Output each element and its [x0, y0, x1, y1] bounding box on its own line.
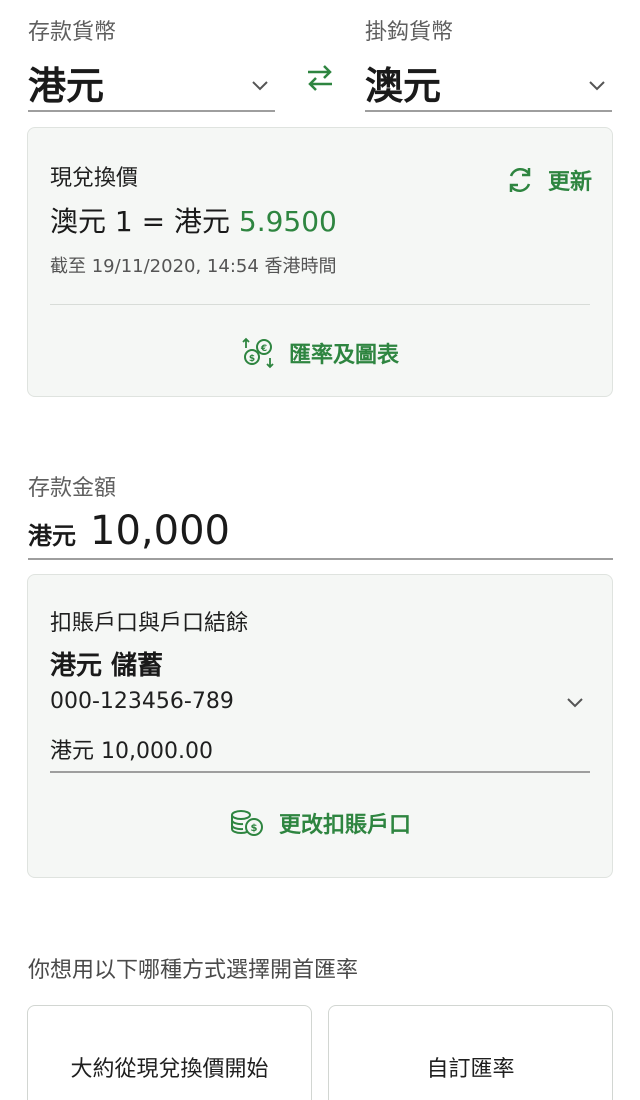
exchange-rate: 澳元 1 = 港元 5.9500 [50, 200, 337, 240]
amount-value: 10,000 [90, 508, 230, 554]
chevron-down-icon [589, 81, 605, 91]
svg-text:€: € [260, 344, 267, 354]
svg-text:$: $ [251, 823, 258, 834]
amount-currency: 港元 [28, 522, 76, 550]
option-from-current-rate[interactable]: 大約從現兌換價開始 [27, 1005, 312, 1100]
account-name: 港元 儲蓄 [50, 651, 164, 681]
account-number: 000-123456-789 [50, 689, 234, 714]
debit-account-select[interactable]: 港元 儲蓄 000-123456-789 港元 10,000.00 [50, 641, 590, 773]
linked-currency-value: 澳元 [365, 63, 442, 108]
swap-currency-button[interactable] [300, 58, 340, 98]
rate-chart-label: 匯率及圖表 [288, 343, 399, 368]
deposit-amount-label: 存款金額 [28, 476, 117, 501]
swap-arrows-icon [308, 65, 332, 91]
chevron-down-icon [252, 81, 268, 91]
debit-account-card: 扣賬戶口與戶口結餘 港元 儲蓄 000-123456-789 港元 10,000… [27, 574, 613, 878]
change-account-link[interactable]: $ 更改扣賬戶口 [28, 807, 612, 839]
refresh-button[interactable]: 更新 [504, 164, 592, 196]
rate-value: 5.9500 [238, 205, 337, 238]
option-custom-rate[interactable]: 自訂匯率 [328, 1005, 613, 1100]
deposit-currency-value: 港元 [28, 63, 105, 108]
rate-prefix: 澳元 1 = 港元 [50, 205, 230, 238]
refresh-icon [509, 167, 531, 193]
linked-currency-select[interactable]: 澳元 [365, 54, 612, 112]
chevron-down-icon [567, 698, 583, 708]
linked-currency-label: 掛鈎貨幣 [365, 20, 454, 45]
exchange-rate-card: 現兌換價 更新 澳元 1 = 港元 5.9500 截至 19/11/2020, … [27, 127, 613, 397]
rate-timestamp: 截至 19/11/2020, 14:54 香港時間 [50, 256, 337, 277]
debit-account-title: 扣賬戶口與戶口結餘 [50, 611, 249, 636]
svg-text:$: $ [249, 354, 255, 364]
exchange-coins-icon: $ € [242, 337, 274, 369]
option-custom-rate-label: 自訂匯率 [426, 1057, 515, 1082]
deposit-currency-select[interactable]: 港元 [28, 54, 275, 112]
rate-chart-link[interactable]: $ € 匯率及圖表 [28, 336, 612, 370]
deposit-currency-label: 存款貨幣 [28, 20, 117, 45]
rate-card-title: 現兌換價 [50, 166, 139, 191]
account-balance: 港元 10,000.00 [50, 739, 213, 764]
deposit-amount-input[interactable]: 港元 10,000 [28, 508, 613, 560]
refresh-label: 更新 [547, 170, 592, 195]
coins-icon: $ [230, 810, 263, 836]
card-divider [50, 304, 590, 305]
rate-choice-question: 你想用以下哪種方式選擇開首匯率 [28, 958, 359, 983]
change-account-label: 更改扣賬戶口 [278, 813, 411, 838]
option-from-current-rate-label: 大約從現兌換價開始 [70, 1057, 269, 1082]
